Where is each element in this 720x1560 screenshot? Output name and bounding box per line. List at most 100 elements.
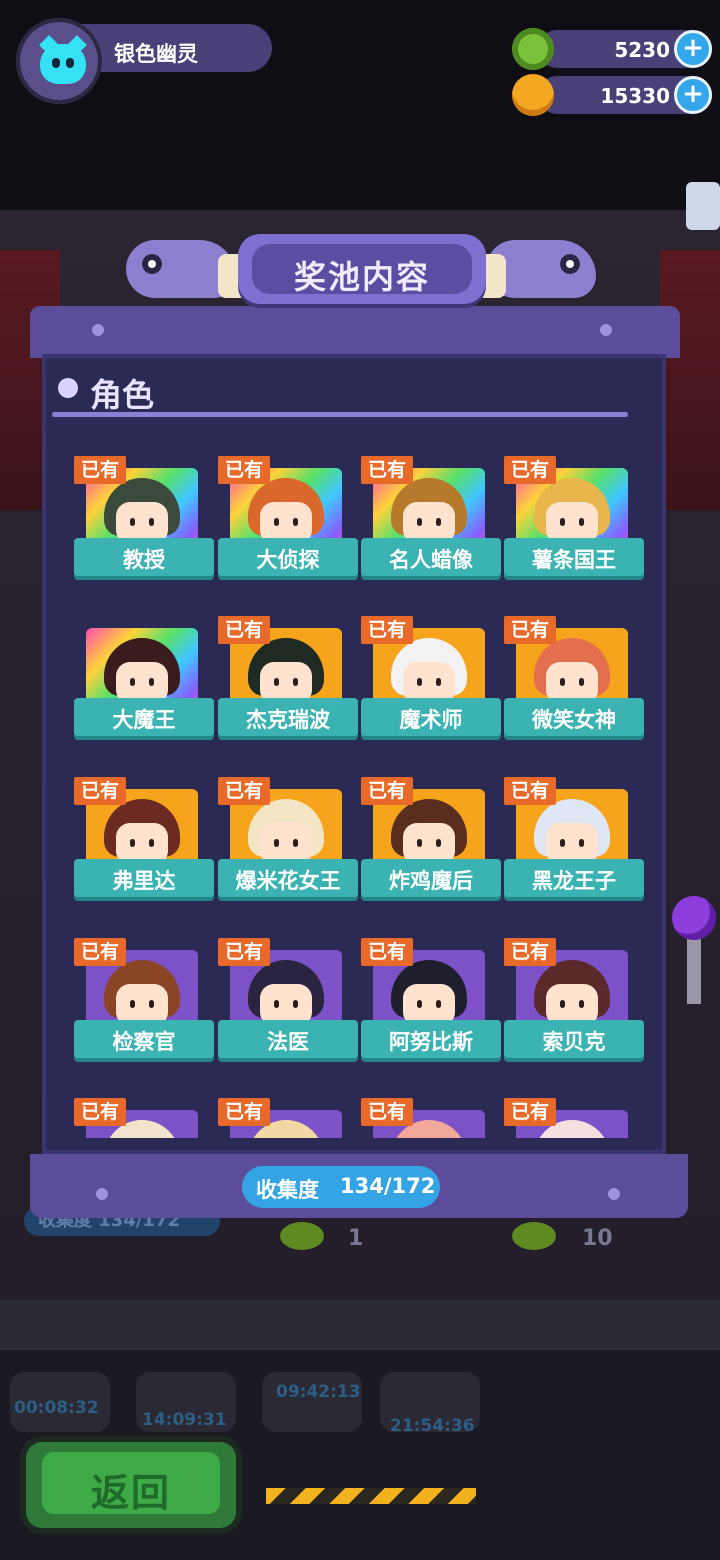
leaf-icon <box>512 1222 556 1250</box>
character-card[interactable]: 已有炸鸡魔后 <box>361 763 501 903</box>
owned-badge: 已有 <box>218 777 270 805</box>
character-card[interactable]: 已有 <box>361 1084 501 1138</box>
collection-label: 收集度 <box>256 1178 319 1202</box>
character-grid[interactable]: 已有 教授 已有 大侦探 已有 名人蜡像 已有 薯条国王 大魔王 已有 杰克瑞波 已有 魔术师 已有 微笑女… <box>46 428 662 1138</box>
character-name: 杰克瑞波 <box>246 708 330 732</box>
name-ribbon: 大魔王 <box>74 698 214 736</box>
name-ribbon: 黑龙王子 <box>504 859 644 897</box>
owned-badge: 已有 <box>504 1098 556 1126</box>
character-name: 大魔王 <box>112 708 176 732</box>
owned-badge: 已有 <box>504 938 556 966</box>
panel-header-bar <box>30 306 680 358</box>
character-card[interactable]: 已有 黑龙王子 <box>504 763 644 903</box>
character-card[interactable]: 已有杰克瑞波 <box>218 602 358 742</box>
section-bullet <box>58 378 78 398</box>
collection-progress: 收集度 134/172 <box>242 1166 440 1208</box>
machine-rail <box>0 1300 720 1350</box>
background-counter-left: 1 <box>348 1226 364 1251</box>
character-card[interactable]: 已有 <box>74 1084 214 1138</box>
gem-amount: 5230 <box>614 38 670 62</box>
avatar[interactable] <box>16 18 102 104</box>
owned-badge: 已有 <box>74 1098 126 1126</box>
leaf-icon <box>280 1222 324 1250</box>
coin-amount: 15330 <box>600 84 670 108</box>
character-name: 名人蜡像 <box>389 548 473 572</box>
planet-coin-icon <box>512 74 554 116</box>
owned-badge: 已有 <box>504 777 556 805</box>
player-name: 银色幽灵 <box>114 42 198 66</box>
owned-badge: 已有 <box>361 616 413 644</box>
hazard-stripe <box>266 1488 476 1504</box>
character-name: 微笑女神 <box>532 708 616 732</box>
character-name: 阿努比斯 <box>389 1030 473 1054</box>
name-ribbon: 薯条国王 <box>504 538 644 576</box>
owned-badge: 已有 <box>504 456 556 484</box>
owned-badge: 已有 <box>74 777 126 805</box>
character-card[interactable]: 已有 <box>504 1084 644 1138</box>
character-name: 教授 <box>123 548 165 572</box>
character-name: 炸鸡魔后 <box>389 869 473 893</box>
scissors-icon <box>686 182 720 230</box>
character-card[interactable]: 已有爆米花女王 <box>218 763 358 903</box>
slot-timer: 00:08:32 <box>14 1398 99 1418</box>
character-name: 索贝克 <box>542 1030 606 1054</box>
name-ribbon: 爆米花女王 <box>218 859 358 897</box>
character-name: 检察官 <box>112 1030 176 1054</box>
add-gem-button[interactable]: + <box>674 30 712 68</box>
character-card[interactable]: 已有阿努比斯 <box>361 924 501 1064</box>
background-counter-right: 10 <box>582 1226 613 1251</box>
owned-badge: 已有 <box>218 456 270 484</box>
section-title: 角色 <box>90 376 155 414</box>
collection-value: 134/172 <box>340 1174 436 1198</box>
gem-ring-icon <box>512 28 554 70</box>
name-ribbon: 法医 <box>218 1020 358 1058</box>
name-ribbon: 炸鸡魔后 <box>361 859 501 897</box>
character-card[interactable]: 大魔王 <box>74 602 214 742</box>
character-card[interactable]: 已有大侦探 <box>218 442 358 582</box>
character-card[interactable]: 已有微笑女神 <box>504 602 644 742</box>
character-card[interactable]: 已有索贝克 <box>504 924 644 1064</box>
character-card[interactable]: 已有 <box>218 1084 358 1138</box>
character-card[interactable]: 已有薯条国王 <box>504 442 644 582</box>
character-card[interactable]: 已有魔术师 <box>361 602 501 742</box>
character-name: 法医 <box>267 1030 309 1054</box>
name-ribbon: 名人蜡像 <box>361 538 501 576</box>
character-name: 薯条国王 <box>532 548 616 572</box>
name-ribbon: 杰克瑞波 <box>218 698 358 736</box>
owned-badge: 已有 <box>361 777 413 805</box>
name-ribbon: 索贝克 <box>504 1020 644 1058</box>
character-card[interactable]: 已有法医 <box>218 924 358 1064</box>
character-card[interactable]: 已有弗里达 <box>74 763 214 903</box>
character-card[interactable]: 已有 教授 <box>74 442 214 582</box>
ghost-cat-icon <box>40 44 86 84</box>
owned-badge: 已有 <box>74 938 126 966</box>
slot-timer: 14:09:31 <box>142 1410 227 1430</box>
back-button-label: 返回 <box>90 1471 171 1515</box>
owned-badge: 已有 <box>218 616 270 644</box>
back-button[interactable]: 返回 <box>26 1442 236 1528</box>
character-card[interactable]: 已有 名人蜡像 <box>361 442 501 582</box>
character-name: 弗里达 <box>112 869 176 893</box>
slot-timer: 09:42:13 <box>276 1382 361 1402</box>
name-ribbon: 教授 <box>74 538 214 576</box>
name-ribbon: 微笑女神 <box>504 698 644 736</box>
coin-currency: 15330 + <box>512 74 712 116</box>
add-coin-button[interactable]: + <box>674 76 712 114</box>
gem-currency: 5230 + <box>512 28 712 70</box>
name-ribbon: 检察官 <box>74 1020 214 1058</box>
owned-badge: 已有 <box>361 938 413 966</box>
capsule-slot <box>262 1372 362 1432</box>
character-name: 大侦探 <box>256 548 320 572</box>
character-name: 爆米花女王 <box>235 869 341 893</box>
joystick-stick <box>687 934 701 1004</box>
owned-badge: 已有 <box>218 938 270 966</box>
player-profile[interactable]: 银色幽灵 <box>14 16 272 104</box>
name-ribbon: 魔术师 <box>361 698 501 736</box>
name-ribbon: 阿努比斯 <box>361 1020 501 1058</box>
name-ribbon: 大侦探 <box>218 538 358 576</box>
character-name: 魔术师 <box>399 708 463 732</box>
owned-badge: 已有 <box>361 1098 413 1126</box>
character-card[interactable]: 已有检察官 <box>74 924 214 1064</box>
name-ribbon: 弗里达 <box>74 859 214 897</box>
owned-badge: 已有 <box>504 616 556 644</box>
